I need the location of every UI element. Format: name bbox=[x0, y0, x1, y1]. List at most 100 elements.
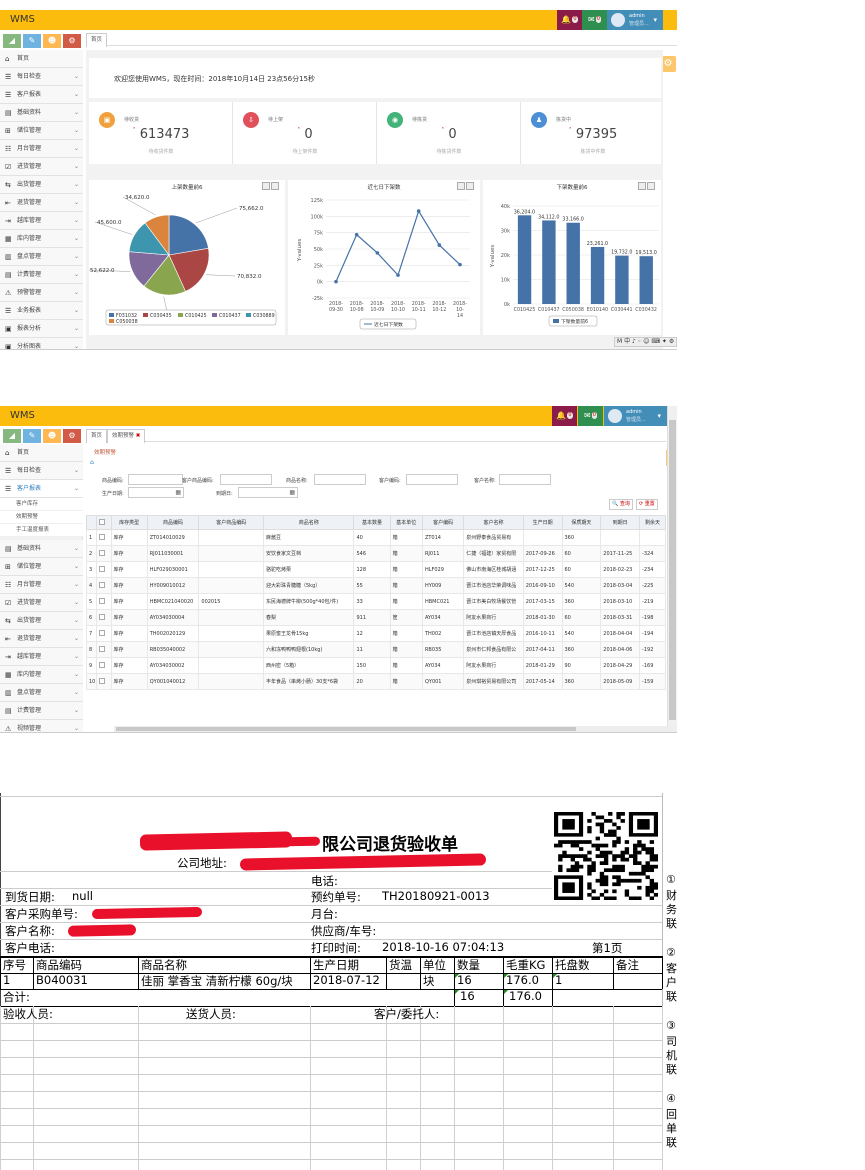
sidebar-item[interactable]: ▥ 盘点管理 ⌄ bbox=[0, 248, 83, 266]
select-all-checkbox[interactable] bbox=[99, 518, 106, 525]
row-checkbox[interactable] bbox=[99, 533, 106, 540]
sidebar-item[interactable]: ☰ 客户报表 ⌄ bbox=[0, 86, 83, 104]
table-row[interactable]: 1 库存 ZT014010029 麻酱豆 40 箱 ZT014 泉州野泰食品贸易有 360 bbox=[85, 529, 666, 546]
row-checkbox[interactable] bbox=[99, 565, 106, 572]
user-menu[interactable]: admin 管理员... ▾ bbox=[604, 406, 667, 426]
close-icon[interactable]: ✖ bbox=[136, 433, 141, 439]
row-checkbox[interactable] bbox=[99, 597, 106, 604]
sidebar-subitem[interactable]: 效期预警 bbox=[0, 511, 83, 524]
column-header[interactable]: 客户编码 bbox=[421, 515, 465, 530]
reset-button[interactable]: ⟳ 重置 bbox=[636, 499, 658, 510]
tab-home[interactable]: 首页 bbox=[86, 429, 108, 443]
notifications-button[interactable]: 🔔 0 bbox=[557, 10, 582, 30]
table-row[interactable]: 9 库存 AY034030002 西州密（5箱） 150 箱 AY034 阿友水果商行 2018… bbox=[85, 657, 666, 674]
messages-button[interactable]: ✉ 0 bbox=[578, 406, 603, 426]
print-icon[interactable] bbox=[638, 182, 646, 190]
print-icon[interactable] bbox=[457, 182, 465, 190]
sidebar-item[interactable]: ☰ 每日检查 ⌄ bbox=[0, 68, 83, 86]
cogs-shortcut-button[interactable]: ⚙ bbox=[63, 34, 81, 48]
export-icon[interactable] bbox=[271, 182, 279, 190]
table-row[interactable]: 8 库存 RB035040002 六和冻鸭鸭鸭翅根(10kg) 11 箱 RB035 泉州市仁… bbox=[85, 641, 666, 658]
chart-shortcut-button[interactable]: ◢ bbox=[3, 34, 21, 48]
row-checkbox[interactable] bbox=[99, 629, 106, 636]
sidebar-item[interactable]: ▦ 库内管理 ⌄ bbox=[0, 666, 83, 684]
form-input[interactable]: ▦ bbox=[238, 487, 298, 498]
form-input[interactable] bbox=[314, 474, 366, 485]
messages-button[interactable]: ✉ 0 bbox=[582, 10, 607, 30]
row-checkbox[interactable] bbox=[99, 549, 106, 556]
calendar-icon[interactable]: ▦ bbox=[289, 489, 295, 496]
query-button[interactable]: 🔍 查询 bbox=[609, 499, 633, 510]
row-checkbox[interactable] bbox=[99, 661, 106, 668]
sidebar-item[interactable]: ⊞ 储位管理 ⌄ bbox=[0, 122, 83, 140]
users-shortcut-button[interactable]: ☻ bbox=[43, 34, 61, 48]
sidebar-item[interactable]: ▥ 盘点管理 ⌄ bbox=[0, 684, 83, 702]
table-row[interactable]: 2 库存 RJ011030001 安饮食家文豆档 546 箱 RJ011 仁捷（福建）家贸有限… bbox=[85, 545, 666, 562]
column-header[interactable]: 客户商品编码 bbox=[198, 515, 264, 530]
sidebar-item[interactable]: ⇤ 退货管理 ⌄ bbox=[0, 194, 83, 212]
export-icon[interactable] bbox=[647, 182, 655, 190]
column-header[interactable]: 保质期天 bbox=[561, 515, 602, 530]
column-header[interactable]: 剩余天 bbox=[639, 515, 666, 530]
table-row[interactable]: 6 库存 AY034030004 春梨 911 筐 AY034 阿友水果商行 2018-01-3… bbox=[85, 609, 666, 626]
column-header[interactable]: 客户名称 bbox=[463, 515, 524, 530]
sidebar-item[interactable]: ▣ 分析图表 ⌄ bbox=[0, 338, 83, 349]
table-row[interactable]: 3 库存 HLF029030001 骆驼吃烤栗 128 箱 HLF029 佛山市南海区桂城胡涵… bbox=[85, 561, 666, 578]
sidebar-item[interactable]: ⌂ 首页 bbox=[0, 444, 83, 462]
chart-shortcut-button[interactable]: ◢ bbox=[3, 429, 21, 443]
sidebar-subitem[interactable]: 手工温度报表 bbox=[0, 524, 83, 537]
sidebar-item[interactable]: ▤ 基础资料 ⌄ bbox=[0, 104, 83, 122]
sidebar-item[interactable]: ☰ 业务报表 ⌄ bbox=[0, 302, 83, 320]
sidebar-item[interactable]: ⇆ 出货管理 ⌄ bbox=[0, 612, 83, 630]
users-shortcut-button[interactable]: ☻ bbox=[43, 429, 61, 443]
cogs-shortcut-button[interactable]: ⚙ bbox=[63, 429, 81, 443]
sidebar-item[interactable]: ▦ 库内管理 ⌄ bbox=[0, 230, 83, 248]
sidebar-item[interactable]: ⊞ 储位管理 ⌄ bbox=[0, 558, 83, 576]
table-row[interactable]: 7 库存 TH002020129 果原蜜王龙骨15kg 12 箱 TH002 晋江市池店镇天厚… bbox=[85, 625, 666, 642]
column-header[interactable]: 到期日 bbox=[600, 515, 641, 530]
sidebar-item[interactable]: ⇥ 越库管理 ⌄ bbox=[0, 212, 83, 230]
column-header[interactable]: 基本数量 bbox=[353, 515, 391, 530]
column-header[interactable]: 基本单位 bbox=[389, 515, 423, 530]
sidebar-item[interactable]: ▣ 报表分析 ⌄ bbox=[0, 320, 83, 338]
sidebar-item[interactable]: ⚠ 预警管理 ⌄ bbox=[0, 284, 83, 302]
column-header[interactable]: 商品编码 bbox=[146, 515, 200, 530]
row-checkbox[interactable] bbox=[99, 581, 106, 588]
tab-home[interactable]: 首页 bbox=[86, 33, 108, 47]
table-row[interactable]: 4 库存 HY009010012 迎大彩珠青糖糖（5kg） 55 箱 HY009 晋江市池店华… bbox=[85, 577, 666, 594]
row-checkbox[interactable] bbox=[99, 613, 106, 620]
table-row[interactable]: 10 库存 QY001040012 丰年食品（串烤小肠）30支*6袋 20 箱 QY001 泉… bbox=[85, 673, 666, 690]
notifications-button[interactable]: 🔔 0 bbox=[552, 406, 577, 426]
form-input[interactable] bbox=[406, 474, 458, 485]
column-header[interactable] bbox=[96, 515, 112, 530]
sidebar-item[interactable]: ⌂ 首页 bbox=[0, 50, 83, 68]
export-icon[interactable] bbox=[466, 182, 474, 190]
column-header[interactable]: 商品名称 bbox=[262, 515, 355, 530]
table-row[interactable]: 5 库存 HBMC021040020 002015 东民海德牌牛柳(500g*40包/件… bbox=[85, 593, 666, 610]
sidebar-item[interactable]: ⚠ 视频管理 ⌄ bbox=[0, 720, 83, 732]
sidebar-item[interactable]: ☷ 月台管理 ⌄ bbox=[0, 140, 83, 158]
sidebar-item[interactable]: ☰ 每日检查 ⌄ bbox=[0, 462, 83, 480]
row-checkbox[interactable] bbox=[99, 645, 106, 652]
print-icon[interactable] bbox=[262, 182, 270, 190]
sidebar-item[interactable]: ⇤ 退货管理 ⌄ bbox=[0, 630, 83, 648]
column-header[interactable]: 生产日期 bbox=[522, 515, 563, 530]
pencil-shortcut-button[interactable]: ✎ bbox=[23, 34, 41, 48]
sidebar-item[interactable]: ▤ 计费管理 ⌄ bbox=[0, 702, 83, 720]
pencil-shortcut-button[interactable]: ✎ bbox=[23, 429, 41, 443]
sidebar-item[interactable]: ☷ 月台管理 ⌄ bbox=[0, 576, 83, 594]
sidebar-item[interactable]: ☑ 进货管理 ⌄ bbox=[0, 594, 83, 612]
sidebar-item[interactable]: ⇥ 越库管理 ⌄ bbox=[0, 648, 83, 666]
form-input[interactable] bbox=[128, 474, 183, 485]
window-scrollbar[interactable] bbox=[667, 406, 677, 732]
sidebar-item[interactable]: ⇆ 出货管理 ⌄ bbox=[0, 176, 83, 194]
table-hscrollbar[interactable] bbox=[114, 726, 677, 732]
form-input[interactable] bbox=[220, 474, 272, 485]
sidebar-item[interactable]: ☑ 进货管理 ⌄ bbox=[0, 158, 83, 176]
user-menu[interactable]: admin 管理员... ▾ bbox=[607, 10, 663, 30]
row-checkbox[interactable] bbox=[99, 677, 106, 684]
sidebar-item[interactable]: ▤ 基础资料 ⌄ bbox=[0, 540, 83, 558]
calendar-icon[interactable]: ▦ bbox=[175, 489, 181, 496]
sidebar-subitem[interactable]: 客户库存 bbox=[0, 498, 83, 511]
column-header[interactable] bbox=[85, 515, 98, 530]
